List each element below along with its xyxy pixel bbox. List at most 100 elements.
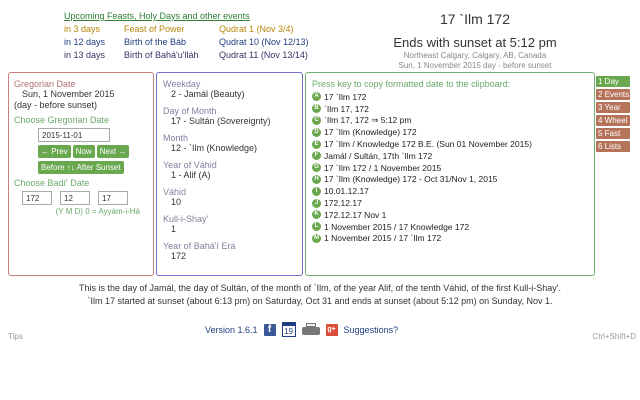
copy-formats-header: Press key to copy formatted date to the … — [312, 79, 511, 89]
suggestions-link[interactable]: Suggestions? — [344, 325, 399, 335]
weekday-label: Weekday — [163, 79, 201, 89]
facebook-icon[interactable]: f — [263, 323, 276, 336]
copy-key-badge: C — [312, 115, 321, 125]
copy-formats-list: A 17 `Ilm 172 B `Ilm 17, 172 C `Ilm 17, 172 ⇒… — [312, 91, 588, 244]
day-of-month-label: Day of Month — [163, 106, 217, 116]
year-of-vahid-label: Year of Váhid — [163, 160, 217, 170]
copy-format-text: 17 `Ilm 172 — [324, 91, 367, 102]
copy-format-row[interactable]: G 17 `Ilm 172 / 1 November 2015 — [312, 162, 588, 174]
kull-i-shay-value: 1 — [171, 224, 177, 234]
calendar-icon[interactable]: 19 — [281, 322, 296, 337]
copy-format-row[interactable]: H 17 `Ilm (Knowledge) 172 - Oct 31/Nov 1,… — [312, 174, 588, 186]
upcoming-date: Qudrat 10 (Nov 12/13) — [219, 37, 309, 47]
copy-format-row[interactable]: M1 November 2015 / 17 `Ilm 172 — [312, 233, 588, 245]
upcoming-events: Upcoming Feasts, Holy Days and other eve… — [64, 10, 334, 62]
now-button[interactable]: Now — [72, 145, 95, 158]
badi-day-input[interactable] — [98, 191, 128, 205]
prev-button[interactable]: ← Prev — [38, 145, 71, 158]
copy-key-badge: D — [312, 127, 321, 137]
tab-year[interactable]: 3 Year — [596, 102, 630, 113]
copy-key-badge: K — [312, 210, 321, 220]
tab-wheel[interactable]: 4 Wheel — [596, 115, 630, 126]
gregorian-date-input[interactable] — [38, 128, 110, 142]
upcoming-when: in 3 days — [64, 24, 101, 34]
copy-key-badge: E — [312, 139, 321, 149]
kull-i-shay-label: Kull-i-Shay' — [163, 214, 209, 224]
tab-events[interactable]: 2 Events — [596, 89, 630, 100]
copy-format-row[interactable]: A 17 `Ilm 172 — [312, 91, 588, 103]
day-of-month-value: 17 - Sultán (Sovereignty) — [171, 116, 271, 126]
upcoming-row: in 12 days Birth of the Báb Qudrat 10 (N… — [64, 36, 334, 49]
copy-format-row[interactable]: K 172.12.17 Nov 1 — [312, 209, 588, 221]
printer-icon[interactable] — [301, 322, 320, 337]
copy-format-text: 17 `Ilm 172 / 1 November 2015 — [324, 162, 442, 173]
badi-year-input[interactable] — [22, 191, 52, 205]
copy-key-badge: H — [312, 174, 321, 184]
location-text: Northeast Calgary, Calgary, AB, Canada — [403, 51, 547, 60]
badi-date-title: 17 `Ilm 172 — [439, 11, 511, 27]
copy-format-row[interactable]: C `Ilm 17, 172 ⇒ 5:12 pm — [312, 115, 588, 127]
month-value: 12 - `Ilm (Knowledge) — [171, 143, 258, 153]
upcoming-date: Qudrat 1 (Nov 3/4) — [219, 24, 294, 34]
copy-key-badge: A — [312, 92, 321, 102]
copy-key-badge: M — [312, 233, 321, 243]
bahai-era-year-value: 172 — [171, 251, 187, 261]
month-label: Month — [163, 133, 189, 143]
copy-format-text: 172.12.17 — [324, 198, 362, 209]
tab-day[interactable]: 1 Day — [596, 76, 630, 87]
upcoming-what: Birth of Bahá'u'lláh — [124, 50, 199, 60]
upcoming-when: in 13 days — [64, 50, 106, 60]
google-plus-icon[interactable]: g+ — [325, 323, 338, 336]
upcoming-what: Feast of Power — [124, 24, 185, 34]
copy-format-row[interactable]: E 17 `Ilm / Knowledge 172 B.E. (Sun 01 No… — [312, 138, 588, 150]
year-of-vahid-value: 1 - Alif (A) — [171, 170, 211, 180]
copy-format-text: 172.12.17 Nov 1 — [324, 209, 387, 220]
tab-fast[interactable]: 5 Fast — [596, 128, 630, 139]
upcoming-when: in 12 days — [64, 37, 106, 47]
copy-format-text: `Ilm 17, 172 — [324, 103, 369, 114]
page-tabs: 1 Day 2 Events 3 Year 4 Wheel 5 Fast 6 Lists — [596, 76, 630, 154]
copy-format-row[interactable]: L1 November 2015 / 17 Knowledge 172 — [312, 221, 588, 233]
bahai-era-year-label: Year of Bahá'í Era — [163, 241, 236, 251]
summary-line-2: `Ilm 17 started at sunset (about 6:13 pm… — [87, 296, 553, 306]
copy-format-text: `Ilm 17, 172 ⇒ 5:12 pm — [324, 114, 412, 125]
tab-lists[interactable]: 6 Lists — [596, 141, 630, 152]
gregorian-date-label: Gregorian Date — [14, 79, 76, 89]
copy-key-badge: B — [312, 104, 321, 114]
upcoming-what: Birth of the Báb — [124, 37, 187, 47]
copy-format-text: 1 November 2015 / 17 `Ilm 172 — [324, 233, 442, 244]
copy-key-badge: J — [312, 198, 321, 208]
gregorian-panel: Gregorian Date Sun, 1 November 2015 (day… — [8, 72, 154, 276]
upcoming-row: in 13 days Birth of Bahá'u'lláh Qudrat 1… — [64, 49, 334, 62]
copy-key-badge: L — [312, 222, 321, 232]
choose-gregorian-label: Choose Gregorian Date — [14, 115, 110, 125]
copy-format-text: 17 `Ilm (Knowledge) 172 - Oct 31/Nov 1, … — [324, 174, 498, 185]
summary-line-1: This is the day of Jamál, the day of Sul… — [79, 283, 561, 293]
upcoming-date: Qudrat 11 (Nov 13/14) — [219, 50, 308, 60]
vahid-label: Váhid — [163, 187, 187, 197]
copy-format-row[interactable]: F Jamál / Sultán, 17th `Ilm 172 — [312, 150, 588, 162]
copy-format-text: 17 `Ilm / Knowledge 172 B.E. (Sun 01 Nov… — [324, 139, 532, 150]
next-button[interactable]: Next → — [96, 145, 130, 158]
vahid-value: 10 — [171, 197, 182, 207]
badi-month-input[interactable] — [60, 191, 90, 205]
before-after-sunset-button[interactable]: Before ↑↓ After Sunset — [38, 161, 124, 174]
today-header: 17 `Ilm 172 Ends with sunset at 5:12 pm … — [350, 10, 600, 71]
gregorian-note: Sun, 1 November 2015 day - before sunset — [398, 61, 552, 70]
weekday-value: 2 - Jamál (Beauty) — [171, 89, 245, 99]
copy-format-row[interactable]: B `Ilm 17, 172 — [312, 103, 588, 115]
calendar-day: 19 — [284, 327, 293, 336]
copy-format-row[interactable]: J 172.12.17 — [312, 197, 588, 209]
upcoming-events-header[interactable]: Upcoming Feasts, Holy Days and other eve… — [64, 10, 334, 23]
copy-format-row[interactable]: D 17 `Ilm (Knowledge) 172 — [312, 126, 588, 138]
copy-key-badge: I — [312, 186, 321, 196]
copy-format-text: 10.01.12.17 — [324, 186, 369, 197]
copy-formats-panel: Press key to copy formatted date to the … — [305, 72, 595, 276]
tips-link[interactable]: Tips — [8, 332, 23, 341]
copy-format-text: 1 November 2015 / 17 Knowledge 172 — [324, 221, 470, 232]
version-text: Version 1.6.1 — [205, 324, 258, 335]
copy-key-badge: G — [312, 163, 321, 173]
sunset-text: Ends with sunset at 5:12 pm — [393, 35, 557, 50]
copy-format-row[interactable]: I 10.01.12.17 — [312, 185, 588, 197]
gregorian-date-value: Sun, 1 November 2015 — [22, 89, 115, 99]
